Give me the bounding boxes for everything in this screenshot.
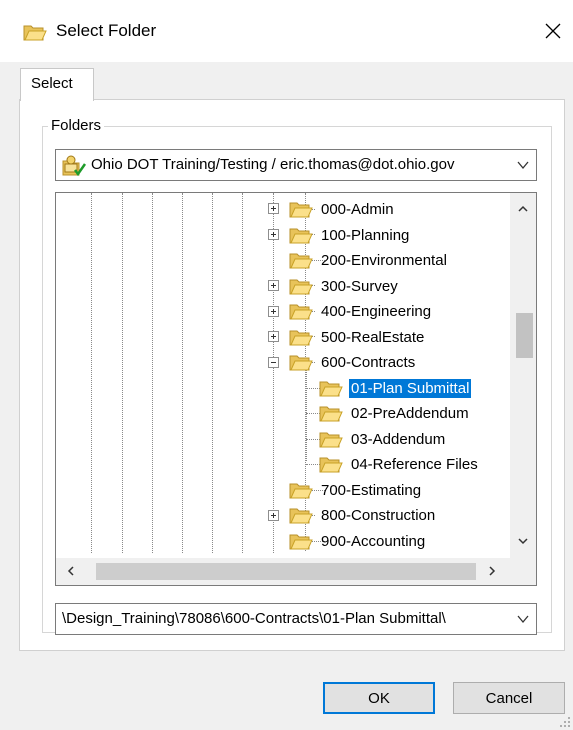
tree-guide-line — [212, 193, 213, 553]
tree-node-03-addendum[interactable]: 03-Addendum — [319, 427, 447, 451]
tree-node-200-environmental[interactable]: 200-Environmental — [289, 248, 449, 272]
tree-guide-line — [273, 193, 274, 553]
title-bar: Select Folder — [0, 0, 573, 62]
tree-node-label: 500-RealEstate — [321, 328, 425, 346]
folder-path-dropdown[interactable]: \Design_Training\78086\600-Contracts\01-… — [55, 603, 537, 635]
tree-node-label: 01-Plan Submittal — [347, 377, 473, 399]
tree-node-label: 02-PreAddendum — [351, 404, 469, 422]
tree-node-02-preaddendum[interactable]: 02-PreAddendum — [319, 401, 471, 425]
tree-node-label: 04-Reference Files — [351, 455, 478, 473]
tree-node-000-admin[interactable]: 000-Admin — [289, 197, 396, 221]
tab-select[interactable]: Select — [20, 68, 94, 101]
folder-icon — [289, 199, 313, 219]
expand-icon[interactable] — [268, 280, 279, 291]
folder-icon — [319, 454, 343, 474]
ok-button[interactable]: OK — [323, 682, 435, 714]
datasource-dropdown[interactable]: Ohio DOT Training/Testing / eric.thomas@… — [55, 149, 537, 181]
tree-node-label: 300-Survey — [321, 277, 398, 295]
close-button[interactable] — [535, 14, 571, 48]
folder-tree[interactable]: 000-Admin 100-Planning 200-Environmental… — [55, 192, 537, 586]
tree-node-600-contracts[interactable]: 600-Contracts — [289, 350, 417, 374]
tree-child-guide-line — [306, 369, 307, 461]
tree-node-400-engineering[interactable]: 400-Engineering — [289, 299, 433, 323]
cancel-button[interactable]: Cancel — [453, 682, 565, 714]
folder-icon — [319, 429, 343, 449]
chevron-down-icon[interactable] — [516, 612, 530, 626]
scroll-up-icon[interactable] — [517, 203, 529, 215]
tree-node-label: 200-Environmental — [321, 251, 447, 269]
tree-node-300-survey[interactable]: 300-Survey — [289, 274, 400, 298]
datasource-value: Ohio DOT Training/Testing / eric.thomas@… — [91, 156, 455, 173]
tree-connector — [306, 413, 320, 414]
folder-icon — [289, 480, 313, 500]
window-title: Select Folder — [56, 21, 157, 40]
tree-guide-line — [242, 193, 243, 553]
expand-icon[interactable] — [268, 229, 279, 240]
resize-grip-icon[interactable] — [559, 716, 571, 728]
vertical-scrollbar[interactable] — [510, 193, 536, 558]
close-icon — [545, 23, 561, 39]
tree-node-label: 000-Admin — [321, 200, 394, 218]
folder-icon — [319, 403, 343, 423]
tree-guide-line — [182, 193, 183, 553]
tree-node-label: 900-Accounting — [321, 532, 426, 550]
expand-icon[interactable] — [268, 331, 279, 342]
scroll-down-icon[interactable] — [517, 535, 529, 547]
tree-node-label: 03-Addendum — [351, 430, 446, 448]
tree-guide-line — [152, 193, 153, 553]
folder-icon — [22, 22, 48, 42]
tree-node-100-planning[interactable]: 100-Planning — [289, 223, 411, 247]
tree-node-900-accounting[interactable]: 900-Accounting — [289, 529, 427, 553]
tree-node-label: 600-Contracts — [321, 353, 416, 371]
expand-icon[interactable] — [268, 306, 279, 317]
tab-label: Select — [31, 75, 73, 92]
folder-icon — [289, 327, 313, 347]
tree-node-label: 700-Estimating — [321, 481, 422, 499]
datasource-icon — [62, 155, 87, 177]
folder-icon — [289, 301, 313, 321]
tree-connector — [306, 388, 320, 389]
expand-icon[interactable] — [268, 510, 279, 521]
expand-icon[interactable] — [268, 203, 279, 214]
tree-node-01-plan-submittal[interactable]: 01-Plan Submittal — [319, 376, 473, 400]
folder-icon — [289, 225, 313, 245]
folder-icon — [289, 276, 313, 296]
folder-icon — [289, 250, 313, 270]
tree-node-500-realestate[interactable]: 500-RealEstate — [289, 325, 426, 349]
collapse-icon[interactable] — [268, 357, 279, 368]
folder-path-value: \Design_Training\78086\600-Contracts\01-… — [62, 610, 446, 627]
tree-node-700-estimating[interactable]: 700-Estimating — [289, 478, 423, 502]
tree-connector — [306, 439, 320, 440]
folders-group-label: Folders — [48, 117, 105, 134]
folder-icon — [289, 505, 313, 525]
folder-open-icon — [289, 352, 313, 372]
vertical-scroll-thumb[interactable] — [516, 313, 533, 358]
tree-node-label: 100-Planning — [321, 226, 410, 244]
tree-node-800-construction[interactable]: 800-Construction — [289, 503, 437, 527]
tree-node-04-reference-files[interactable]: 04-Reference Files — [319, 452, 480, 476]
tree-guide-line — [91, 193, 92, 553]
tree-guide-line — [122, 193, 123, 553]
scroll-left-icon[interactable] — [65, 565, 77, 577]
tree-connector — [306, 464, 320, 465]
horizontal-scrollbar[interactable] — [56, 558, 536, 585]
chevron-down-icon[interactable] — [516, 158, 530, 172]
tree-node-label: 400-Engineering — [321, 302, 432, 320]
folder-icon — [289, 531, 313, 551]
scroll-right-icon[interactable] — [486, 565, 498, 577]
horizontal-scroll-thumb[interactable] — [96, 563, 476, 580]
tree-node-label: 800-Construction — [321, 506, 436, 524]
folder-icon — [319, 378, 343, 398]
